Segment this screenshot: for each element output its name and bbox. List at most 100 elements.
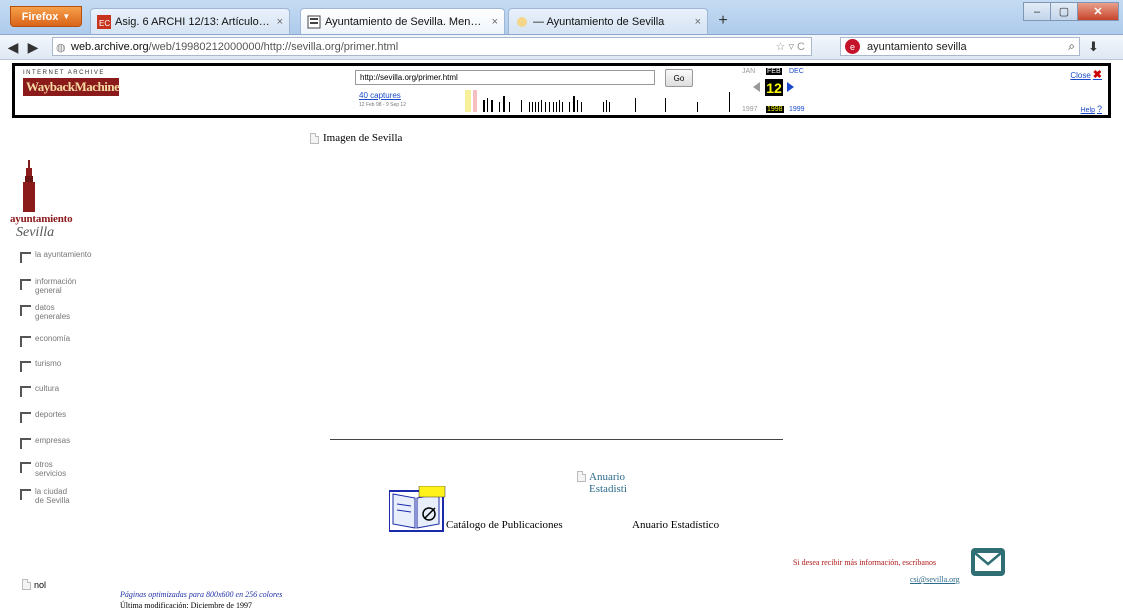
prev-capture-arrow-icon[interactable] [753, 82, 760, 92]
course-favicon-icon: EC [97, 14, 111, 29]
wayback-toolbar: INTERNET ARCHIVE WaybackMachine http://s… [12, 63, 1111, 118]
sidebar-item-label: turismo [35, 359, 62, 368]
tab-asig-label: Asig. 6 ARCHI 12/13: Artículo 6.8. El a.… [115, 15, 271, 28]
help-icon[interactable]: ? [1097, 104, 1102, 114]
sidebar-item-turismo[interactable]: turismo [20, 359, 61, 372]
broken-image-icon [310, 132, 319, 144]
window-close-button[interactable]: ✕ [1077, 2, 1119, 21]
contact-email-link[interactable]: csi@sevilla.org [910, 575, 960, 584]
search-icon[interactable]: ⌕ [1068, 39, 1075, 54]
close-icon[interactable]: × [277, 16, 283, 28]
sidebar-item-label: empresas [35, 436, 71, 445]
sidebar-item-informacion[interactable]: información general [20, 277, 76, 295]
wayback-close-link[interactable]: Close ✖ [1070, 68, 1102, 81]
sidebar-item-empresas[interactable]: empresas [20, 436, 70, 449]
image-placeholder-sevilla: Imagen de Sevilla [310, 132, 402, 144]
optimization-note: Páginas optimizadas para 800x600 en 256 … [120, 590, 283, 599]
sidebar-item-ayuntamiento[interactable]: la ayuntamiento [20, 250, 91, 263]
image-alt-text: Imagen de Sevilla [323, 132, 403, 144]
wayback-logo-top: INTERNET ARCHIVE [23, 70, 105, 76]
info-contact-text: Si desea recibir más información, escríb… [793, 558, 937, 567]
bullet-icon [20, 336, 31, 347]
svg-text:EC: EC [99, 19, 110, 28]
horizontal-divider [330, 439, 783, 440]
next-capture-arrow-icon[interactable] [787, 82, 794, 92]
bullet-icon [20, 489, 31, 500]
sidebar-item-cultura[interactable]: cultura [20, 384, 59, 397]
close-icon[interactable]: × [695, 16, 701, 28]
firefox-menu-label: Firefox [21, 10, 59, 23]
download-icon[interactable]: ⬇ [1088, 39, 1099, 55]
wayback-url-input[interactable]: http://sevilla.org/primer.html [355, 70, 655, 85]
bookmark-star-icon[interactable]: ☆ ▿ C [776, 40, 805, 53]
browser-titlebar: Firefox ▼ EC Asig. 6 ARCHI 12/13: Artícu… [0, 0, 1123, 35]
sidebar-item-label: datos generales [35, 303, 71, 321]
giralda-tower-icon[interactable] [18, 160, 40, 212]
sevilla-logo-script: Sevilla [16, 225, 55, 240]
tab-ayuntamiento-menu[interactable]: Ayuntamiento de Sevilla. Menú Princi... … [300, 8, 505, 34]
catalog-book-icon[interactable] [389, 486, 447, 532]
maximize-button[interactable]: ▢ [1050, 2, 1078, 21]
capture-day: 12 [765, 79, 783, 96]
wayback-help-link[interactable]: Help? [1081, 104, 1102, 114]
sidebar-item-label: información general [35, 277, 77, 295]
year-prev[interactable]: 1997 [742, 106, 758, 113]
sidebar-item-label: cultura [35, 384, 60, 393]
url-host: web.archive.org [71, 40, 149, 53]
globe-icon: ◍ [56, 42, 66, 54]
month-next[interactable]: DEC [789, 68, 804, 75]
sidebar-item-servicios[interactable]: otros servicios [20, 460, 66, 478]
nol-image-link[interactable]: nol [22, 579, 46, 590]
search-input-value: ayuntamiento sevilla [867, 40, 967, 53]
ayuntamiento-logo-text[interactable]: ayuntamiento [10, 213, 73, 225]
back-arrow-icon[interactable]: ◀ [4, 38, 22, 56]
broken-image-icon [577, 471, 586, 482]
wayback-logo-main: WaybackMachine [23, 78, 120, 96]
captures-range: 12 Feb 98 - 9 Sep 12 [359, 102, 406, 108]
catalogo-publicaciones-link[interactable]: Catálogo de Publicaciones [446, 519, 563, 531]
search-engine-icon[interactable]: e [845, 39, 860, 54]
bullet-icon [20, 279, 31, 290]
navigation-bar: ◀ ▶ ◍ web.archive.org/web/19980212000000… [0, 35, 1123, 60]
chevron-down-icon: ▼ [62, 12, 71, 21]
year-next[interactable]: 1999 [789, 106, 805, 113]
anuario-estadistico-link[interactable]: Anuario Estadístico [632, 519, 719, 531]
new-tab-button[interactable]: + [712, 10, 734, 32]
capture-sparkline[interactable] [443, 90, 743, 112]
wayback-logo[interactable]: INTERNET ARCHIVE WaybackMachine [23, 70, 120, 96]
anuario-alt-text: Anuario Estadisti [589, 471, 627, 495]
tab-ayuntamiento-menu-label: Ayuntamiento de Sevilla. Menú Princi... [325, 15, 486, 28]
sidebar-item-deportes[interactable]: deportes [20, 410, 66, 423]
wayback-go-button[interactable]: Go [665, 69, 693, 87]
anuario-image-link[interactable]: Anuario Estadisti [577, 471, 627, 495]
close-x-icon[interactable]: ✖ [1093, 69, 1102, 81]
minimize-button[interactable]: – [1023, 2, 1051, 21]
month-prev[interactable]: JAN [742, 68, 755, 75]
sidebar-item-ciudad[interactable]: la ciudad de Sevilla [20, 487, 70, 505]
bullet-icon [20, 438, 31, 449]
last-modified-note: Última modificación: Diciembre de 1997 [120, 601, 252, 610]
tab-ayuntamiento[interactable]: — Ayuntamiento de Sevilla × [508, 8, 708, 34]
firefox-menu-button[interactable]: Firefox ▼ [10, 6, 82, 27]
bullet-icon [20, 462, 31, 473]
close-icon[interactable]: × [492, 16, 498, 28]
year-current: 1998 [766, 106, 784, 113]
sidebar-item-label: economía [35, 334, 71, 343]
url-path: /web/19980212000000/http://sevilla.org/p… [148, 40, 399, 53]
sidebar-item-economia[interactable]: economía [20, 334, 70, 347]
url-bar[interactable]: ◍ web.archive.org/web/19980212000000/htt… [52, 37, 812, 56]
mail-icon[interactable] [970, 547, 1006, 577]
wayback-help-label: Help [1080, 107, 1095, 114]
forward-arrow-icon[interactable]: ▶ [24, 38, 42, 56]
page-favicon-icon [307, 15, 321, 28]
broken-image-icon [22, 579, 31, 590]
captures-link[interactable]: 40 captures [359, 91, 401, 100]
tab-ayuntamiento-label: — Ayuntamiento de Sevilla [533, 15, 665, 28]
month-current: FEB [766, 68, 782, 75]
search-bar[interactable]: e ayuntamiento sevilla ⌕ [840, 37, 1080, 56]
tab-asig[interactable]: EC Asig. 6 ARCHI 12/13: Artículo 6.8. El… [90, 8, 290, 34]
sidebar-item-datos[interactable]: datos generales [20, 303, 70, 321]
nol-alt-text: nol [34, 579, 47, 590]
sidebar-item-label: deportes [35, 410, 67, 419]
bullet-icon [20, 386, 31, 397]
